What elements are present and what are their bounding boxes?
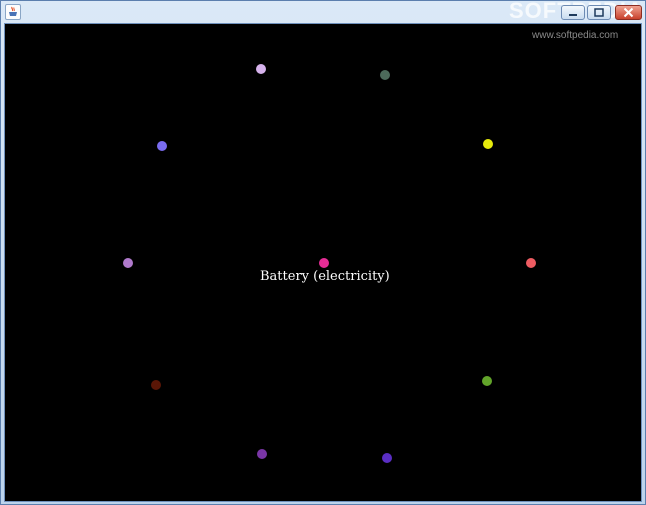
graph-node[interactable] xyxy=(257,449,267,459)
site-watermark: www.softpedia.com xyxy=(532,30,619,41)
graph-node[interactable] xyxy=(256,64,266,74)
title-bar[interactable]: SOFTPEDIA xyxy=(1,1,645,23)
minimize-icon xyxy=(569,14,577,16)
graph-node[interactable] xyxy=(483,139,493,149)
close-icon xyxy=(623,7,634,18)
graph-canvas[interactable]: www.softpedia.com Battery (electricity) xyxy=(4,23,642,502)
center-node-label: Battery (electricity) xyxy=(260,269,390,284)
graph-node[interactable] xyxy=(382,453,392,463)
center-node[interactable] xyxy=(319,258,329,268)
graph-node[interactable] xyxy=(526,258,536,268)
graph-node[interactable] xyxy=(482,376,492,386)
close-button[interactable] xyxy=(615,5,642,20)
graph-node[interactable] xyxy=(123,258,133,268)
maximize-icon xyxy=(594,8,604,17)
application-window: SOFTPEDIA www.softpedia.com B xyxy=(0,0,646,505)
graph-node[interactable] xyxy=(151,380,161,390)
minimize-button[interactable] xyxy=(561,5,585,20)
java-cup-icon[interactable] xyxy=(5,4,21,20)
maximize-button[interactable] xyxy=(587,5,611,20)
graph-node[interactable] xyxy=(157,141,167,151)
graph-node[interactable] xyxy=(380,70,390,80)
